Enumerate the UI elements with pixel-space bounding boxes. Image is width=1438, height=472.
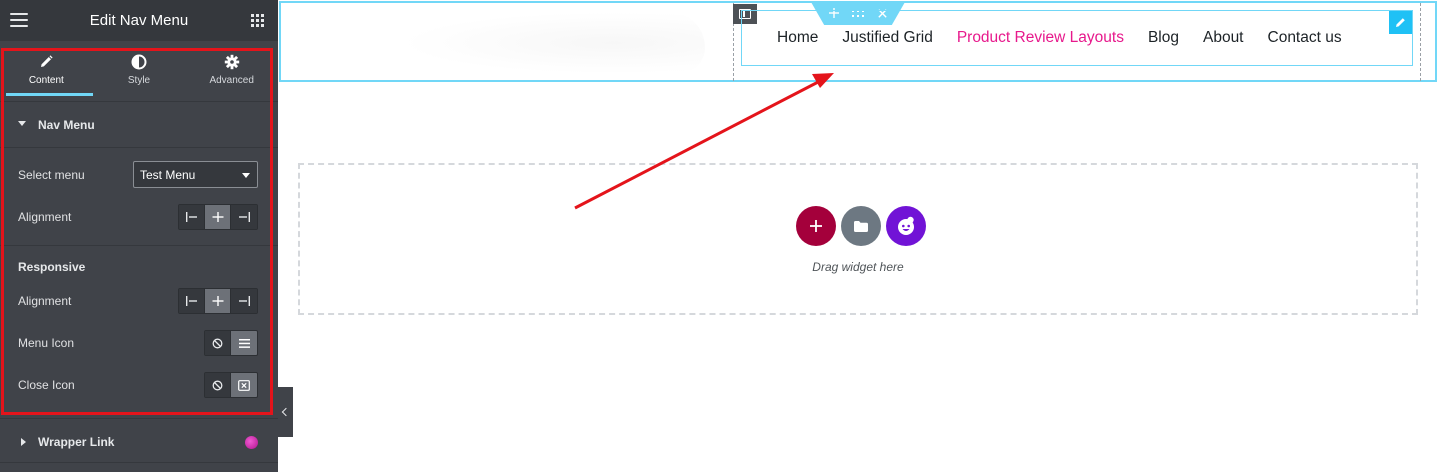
pencil-icon — [41, 55, 53, 67]
folder-icon — [854, 220, 868, 232]
align-left-icon — [185, 212, 197, 222]
responsive-align-center-button[interactable] — [205, 289, 231, 313]
align-center-icon — [212, 296, 223, 306]
chevron-left-icon — [281, 407, 291, 417]
responsive-alignment-control — [178, 288, 258, 314]
responsive-align-left-button[interactable] — [179, 289, 205, 313]
menu-icon-bars-button[interactable] — [231, 331, 257, 355]
faint-background-shape — [400, 12, 705, 74]
template-kit-button[interactable] — [886, 206, 926, 246]
caret-down-icon — [18, 121, 26, 126]
section-wrapper-link[interactable]: Wrapper Link — [0, 419, 278, 465]
chevron-down-icon — [242, 173, 250, 178]
pro-badge-icon — [245, 436, 258, 449]
align-left-button[interactable] — [179, 205, 205, 229]
drop-zone-text: Drag widget here — [812, 260, 904, 274]
alignment-control — [178, 204, 258, 230]
tab-style-label: Style — [127, 75, 151, 86]
collapse-panel-toggle[interactable] — [278, 387, 293, 437]
panel-header: Edit Nav Menu — [0, 0, 278, 41]
align-center-button[interactable] — [205, 205, 231, 229]
add-new-section-button[interactable] — [796, 206, 836, 246]
menu-icon-none-button[interactable] — [205, 331, 231, 355]
nav-item-about[interactable]: About — [1203, 29, 1244, 47]
editor-window: Edit Nav Menu Content Style Advanced Nav… — [0, 0, 1438, 472]
menu-icon-label: Menu Icon — [18, 336, 75, 350]
editor-panel: Edit Nav Menu Content Style Advanced Nav… — [0, 0, 278, 472]
panel-title: Edit Nav Menu — [89, 12, 189, 29]
tab-content[interactable]: Content — [0, 47, 93, 96]
caret-right-icon — [21, 438, 26, 446]
gear-icon — [224, 54, 239, 70]
section-nav-menu-label: Nav Menu — [38, 118, 95, 132]
tab-advanced-label: Advanced — [209, 75, 254, 86]
pencil-icon — [1396, 18, 1405, 27]
tab-style[interactable]: Style — [93, 47, 186, 96]
edit-widget-button[interactable] — [1389, 11, 1412, 34]
add-template-button[interactable] — [841, 206, 881, 246]
close-icon-label: Close Icon — [18, 378, 75, 392]
ban-icon — [212, 380, 223, 390]
align-right-icon — [239, 212, 250, 222]
nav-item-justified-grid[interactable]: Justified Grid — [842, 29, 932, 47]
nav-item-blog[interactable]: Blog — [1148, 29, 1179, 47]
close-icon-control — [204, 372, 258, 398]
widgets-grid-icon[interactable] — [251, 14, 264, 27]
select-menu-value: Test Menu — [140, 168, 196, 182]
alignment-label: Alignment — [18, 210, 72, 224]
nav-item-contact-us[interactable]: Contact us — [1268, 29, 1342, 47]
select-menu-label: Select menu — [18, 168, 85, 182]
responsive-align-right-button[interactable] — [231, 289, 257, 313]
tab-advanced[interactable]: Advanced — [185, 47, 278, 96]
close-icon-x-button[interactable] — [231, 373, 257, 397]
section-nav-menu[interactable]: Nav Menu — [0, 102, 278, 148]
align-center-icon — [212, 212, 223, 222]
section-wrapper-link-label: Wrapper Link — [38, 435, 115, 449]
menu-icon-control — [204, 330, 258, 356]
select-menu-dropdown[interactable]: Test Menu — [133, 161, 258, 188]
column-divider — [1420, 3, 1421, 81]
divider — [0, 147, 278, 148]
nav-menu: Home Justified Grid Product Review Layou… — [777, 29, 1342, 47]
divider — [0, 462, 278, 463]
smiley-logo-icon — [898, 216, 914, 235]
align-left-icon — [185, 296, 197, 306]
tab-content-label: Content — [28, 75, 64, 86]
align-right-button[interactable] — [231, 205, 257, 229]
responsive-alignment-label: Alignment — [18, 294, 72, 308]
nav-item-product-review-layouts[interactable]: Product Review Layouts — [957, 29, 1124, 47]
panel-tabs: Content Style Advanced — [0, 47, 278, 96]
half-circle-icon — [131, 54, 147, 70]
nav-item-home[interactable]: Home — [777, 29, 818, 47]
align-right-icon — [239, 296, 250, 306]
bars-icon — [238, 338, 250, 348]
close-square-icon — [238, 379, 250, 391]
close-icon-none-button[interactable] — [205, 373, 231, 397]
plus-icon — [810, 220, 822, 232]
ban-icon — [212, 338, 223, 348]
divider — [0, 245, 278, 246]
